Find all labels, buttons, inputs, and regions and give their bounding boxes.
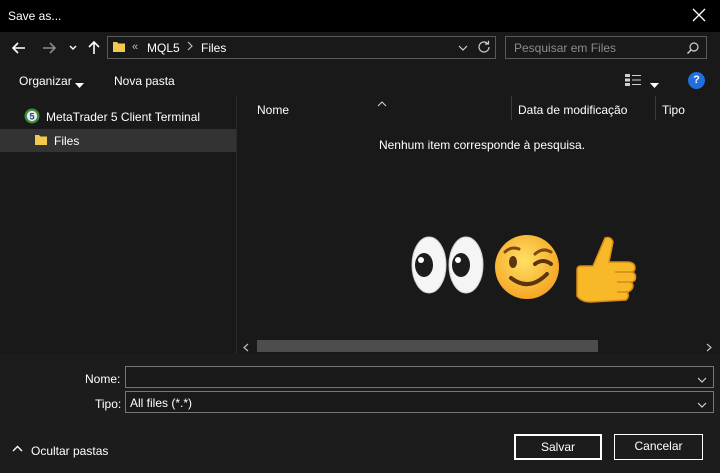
breadcrumb-chevron-icon[interactable] bbox=[186, 41, 194, 54]
column-header-name[interactable]: Nome bbox=[257, 103, 289, 117]
close-icon[interactable] bbox=[690, 6, 708, 24]
column-header-type[interactable]: Tipo bbox=[662, 103, 685, 117]
sort-up-chevron-icon bbox=[377, 96, 387, 110]
help-icon[interactable]: ? bbox=[688, 72, 705, 89]
title-bar: Save as... bbox=[0, 0, 720, 32]
nav-item-label: Files bbox=[54, 134, 80, 148]
scrollbar-thumb[interactable] bbox=[257, 340, 598, 352]
recent-locations-chevron-icon[interactable] bbox=[64, 39, 82, 57]
column-header-date-modified[interactable]: Data de modificação bbox=[518, 103, 627, 117]
new-folder-button[interactable]: Nova pasta bbox=[114, 74, 175, 88]
file-type-chevron-icon[interactable] bbox=[697, 398, 707, 412]
hide-folders-chevron-icon[interactable] bbox=[12, 444, 23, 458]
view-options-chevron-icon[interactable] bbox=[650, 78, 659, 92]
refresh-icon[interactable] bbox=[477, 40, 491, 57]
scroll-right-chevron-icon[interactable] bbox=[706, 341, 712, 355]
search-placeholder: Pesquisar em Files bbox=[514, 41, 617, 55]
column-separator[interactable] bbox=[655, 96, 656, 120]
address-bar[interactable]: « MQL5 Files bbox=[107, 36, 496, 59]
breadcrumb-mql5[interactable]: MQL5 bbox=[147, 41, 180, 55]
file-list: Nome Data de modificação Tipo Nenhum ite… bbox=[237, 96, 720, 354]
folder-icon bbox=[34, 133, 48, 150]
file-name-chevron-icon[interactable] bbox=[697, 373, 707, 387]
save-button[interactable]: Salvar bbox=[514, 434, 602, 460]
svg-text:5: 5 bbox=[29, 112, 34, 122]
file-type-label: Tipo: bbox=[95, 397, 122, 411]
navigation-pane: 5 MetaTrader 5 Client Terminal Files bbox=[0, 96, 236, 354]
mt5-icon: 5 bbox=[24, 108, 40, 124]
organize-chevron-icon[interactable] bbox=[75, 78, 84, 92]
file-type-value: All files (*.*) bbox=[130, 396, 193, 410]
hide-folders-toggle[interactable]: Ocultar pastas bbox=[31, 444, 108, 458]
breadcrumb-files[interactable]: Files bbox=[201, 41, 226, 55]
cancel-button[interactable]: Cancelar bbox=[614, 434, 703, 460]
window-title: Save as... bbox=[8, 9, 62, 23]
nav-item-files[interactable]: Files bbox=[0, 129, 236, 152]
thumbs-up-emoji-icon bbox=[571, 234, 641, 307]
column-separator[interactable] bbox=[511, 96, 512, 120]
organize-button[interactable]: Organizar bbox=[19, 74, 72, 88]
scroll-left-chevron-icon[interactable] bbox=[243, 341, 249, 355]
horizontal-scrollbar[interactable] bbox=[237, 337, 720, 354]
address-dropdown-chevron-icon[interactable] bbox=[458, 42, 468, 56]
file-type-select[interactable]: All files (*.*) bbox=[125, 391, 714, 413]
folder-icon bbox=[112, 40, 126, 57]
nav-item-label: MetaTrader 5 Client Terminal bbox=[46, 110, 201, 124]
back-arrow-icon[interactable] bbox=[10, 39, 28, 57]
nav-item-metatrader[interactable]: 5 MetaTrader 5 Client Terminal bbox=[0, 105, 236, 128]
search-input[interactable]: Pesquisar em Files bbox=[505, 36, 707, 59]
winking-face-emoji-icon bbox=[491, 234, 563, 303]
file-name-label: Nome: bbox=[85, 372, 121, 386]
empty-state-message: Nenhum item corresponde à pesquisa. bbox=[378, 138, 586, 152]
search-icon[interactable] bbox=[686, 41, 700, 58]
overflow-chevrons[interactable]: « bbox=[132, 41, 138, 53]
command-bar: Organizar Nova pasta bbox=[0, 64, 720, 96]
forward-arrow-icon[interactable] bbox=[40, 39, 58, 57]
eyes-emoji-icon bbox=[411, 234, 485, 299]
view-options-icon[interactable] bbox=[625, 74, 641, 89]
up-arrow-icon[interactable] bbox=[85, 39, 103, 57]
file-name-field[interactable] bbox=[125, 366, 714, 388]
